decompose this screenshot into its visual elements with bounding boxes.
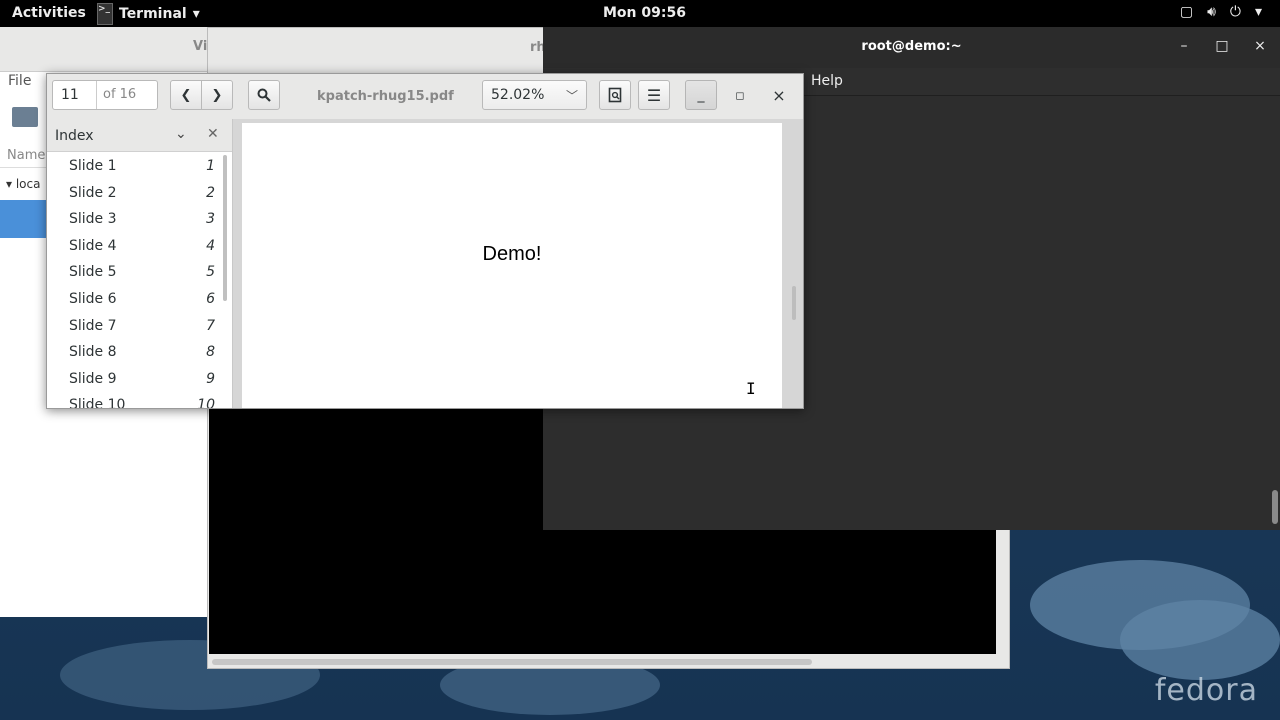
chevron-down-icon: ▾ xyxy=(1254,4,1262,20)
top-bar: Activities >_ Terminal ▾ Mon 09:56 ▢ 🔊︎ … xyxy=(0,0,1280,27)
sidebar-title[interactable]: Index xyxy=(55,128,94,144)
help-menu[interactable]: Help xyxy=(811,73,843,89)
document-page: Demo! xyxy=(242,123,782,408)
index-item[interactable]: Slide 6 6 xyxy=(47,287,223,314)
chevron-right-icon: ❯ xyxy=(211,87,223,103)
document-viewer-window[interactable]: 11 of 16 ❮ ❯ kpatch-rhug15.pdf 52.02% ﹀ … xyxy=(46,73,804,409)
tree-item-label: loca xyxy=(15,177,41,191)
sidebar-scrollbar[interactable] xyxy=(223,155,227,301)
view-mode-button[interactable] xyxy=(599,80,631,110)
terminal-scrollbar[interactable] xyxy=(1272,490,1278,524)
terminal-icon: >_ xyxy=(97,2,113,25)
document-filename: kpatch-rhug15.pdf xyxy=(317,89,454,104)
app-menu-label: Terminal xyxy=(119,5,187,22)
power-icon: ⏻ xyxy=(1229,4,1241,20)
index-item-label: Slide 10 xyxy=(69,397,126,408)
close-button[interactable]: × xyxy=(1250,38,1270,54)
index-item-label: Slide 2 xyxy=(69,184,117,201)
chevron-down-icon[interactable]: ⌄ xyxy=(175,126,187,142)
index-item-label: Slide 3 xyxy=(69,211,117,228)
page-selector[interactable]: 11 of 16 xyxy=(52,80,158,110)
document-toolbar: 11 of 16 ❮ ❯ kpatch-rhug15.pdf 52.02% ﹀ … xyxy=(47,74,803,119)
index-item-page: 3 xyxy=(206,211,215,228)
sidebar-header: Index ⌄ ✕ xyxy=(47,119,232,152)
fedora-logo: fedora xyxy=(1154,673,1258,708)
minimize-button[interactable]: – xyxy=(1174,38,1194,54)
chevron-down-icon: ﹀ xyxy=(565,89,578,103)
index-item[interactable]: Slide 2 2 xyxy=(47,181,223,208)
index-list: Slide 1 1 Slide 2 2 Slide 3 3 Slide 4 4 Slide 5 5… xyxy=(47,154,223,408)
index-item-page: 4 xyxy=(206,237,215,254)
index-item[interactable]: Slide 10 10 xyxy=(47,393,223,408)
index-item-page: 2 xyxy=(206,184,215,201)
maximize-icon: ◻ xyxy=(735,88,745,102)
page-count: of 16 xyxy=(103,87,137,102)
tree-item[interactable]: ▾ loca xyxy=(6,177,40,191)
clock[interactable]: Mon 09:56 xyxy=(603,5,686,21)
index-item[interactable]: Slide 7 7 xyxy=(47,314,223,341)
index-item-page: 9 xyxy=(206,370,215,387)
horizontal-scrollbar[interactable] xyxy=(212,659,812,665)
file-manager-title: Vi xyxy=(193,39,208,54)
document-area[interactable]: Demo! xyxy=(233,119,803,408)
previous-page-button[interactable]: ❮ xyxy=(170,80,202,110)
index-item-label: Slide 1 xyxy=(69,158,117,174)
cloud-shape xyxy=(1120,600,1280,680)
computer-icon[interactable] xyxy=(12,107,38,127)
zoom-selector[interactable]: 52.02% ﹀ xyxy=(482,80,587,110)
app-menu[interactable]: >_ Terminal ▾ xyxy=(97,0,200,27)
system-menu[interactable]: ▢ 🔊︎ ⏻ ▾ xyxy=(1180,4,1262,20)
index-item-label: Slide 5 xyxy=(69,264,117,281)
index-item-page: 8 xyxy=(206,344,215,361)
minimize-button[interactable]: _ xyxy=(685,80,717,110)
search-button[interactable] xyxy=(248,80,280,110)
index-item[interactable]: Slide 5 5 xyxy=(47,260,223,287)
page-text: Demo! xyxy=(482,243,542,265)
close-sidebar-icon[interactable]: ✕ xyxy=(207,126,219,142)
index-item[interactable]: Slide 1 1 xyxy=(47,154,223,181)
zoom-value: 52.02% xyxy=(491,87,545,103)
search-icon xyxy=(257,88,271,102)
text-cursor-icon: I xyxy=(746,379,756,398)
menu-button[interactable]: ☰ xyxy=(638,80,670,110)
index-item-page: 1 xyxy=(206,158,215,174)
chevron-left-icon: ❮ xyxy=(180,87,192,103)
maximize-button[interactable]: □ xyxy=(1212,38,1232,54)
terminal-titlebar[interactable]: root@demo:~ – □ × xyxy=(543,27,1280,68)
index-item[interactable]: Slide 9 9 xyxy=(47,367,223,394)
chevron-down-icon: ▾ xyxy=(192,5,200,22)
activities-button[interactable]: Activities xyxy=(12,5,86,21)
index-item[interactable]: Slide 3 3 xyxy=(47,207,223,234)
minimize-icon: _ xyxy=(697,87,705,103)
index-item-label: Slide 9 xyxy=(69,370,117,387)
page-number-input[interactable]: 11 xyxy=(53,81,97,109)
index-item-label: Slide 4 xyxy=(69,237,117,254)
index-item-page: 7 xyxy=(206,317,215,334)
volume-icon: 🔊︎ xyxy=(1207,4,1216,20)
selected-item[interactable] xyxy=(0,200,46,238)
index-item-page: 6 xyxy=(206,290,215,307)
document-scrollbar[interactable] xyxy=(792,286,796,320)
index-item-label: Slide 8 xyxy=(69,344,117,361)
document-page-icon xyxy=(608,87,622,103)
hamburger-icon: ☰ xyxy=(646,85,662,105)
file-manager-header xyxy=(0,27,210,72)
index-sidebar: Index ⌄ ✕ Slide 1 1 Slide 2 2 Slide 3 3 Slide … xyxy=(47,119,233,408)
screen-icon: ▢ xyxy=(1179,4,1194,20)
index-item-page: 5 xyxy=(206,264,215,281)
close-icon: × xyxy=(772,85,786,105)
close-button[interactable]: × xyxy=(763,80,795,110)
index-item[interactable]: Slide 4 4 xyxy=(47,234,223,261)
index-item-label: Slide 6 xyxy=(69,290,117,307)
maximize-button[interactable]: ◻ xyxy=(724,80,756,110)
file-menu[interactable]: File xyxy=(8,73,31,89)
index-item-page: 10 xyxy=(197,397,215,408)
index-item-label: Slide 7 xyxy=(69,317,117,334)
next-page-button[interactable]: ❯ xyxy=(201,80,233,110)
terminal-title: root@demo:~ xyxy=(861,39,962,54)
index-item[interactable]: Slide 8 8 xyxy=(47,340,223,367)
